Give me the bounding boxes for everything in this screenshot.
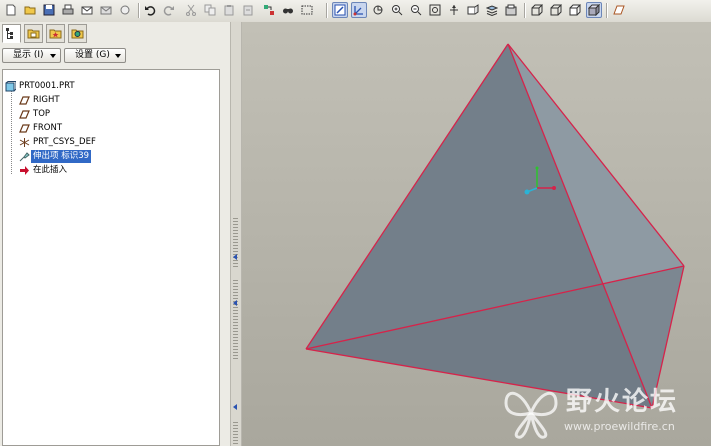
- email-icon[interactable]: [79, 2, 95, 18]
- splitter-grip: [233, 218, 238, 268]
- orient-icon[interactable]: [370, 2, 386, 18]
- show-dropdown-label: 显示 (I): [13, 50, 44, 60]
- butterfly-logo: [504, 391, 558, 439]
- graphics-viewport[interactable]: 野火论坛 www.proewildfire.cn: [242, 22, 711, 446]
- copy-icon[interactable]: [202, 2, 218, 18]
- watermark-url: www.proewildfire.cn: [564, 420, 675, 433]
- wireframe-icon[interactable]: [529, 2, 545, 18]
- tree-item-label: PRT_CSYS_DEF: [33, 137, 96, 147]
- regenerate-icon[interactable]: [261, 2, 277, 18]
- undo-icon[interactable]: [142, 2, 158, 18]
- find-icon[interactable]: [280, 2, 296, 18]
- hidden-line-icon[interactable]: [548, 2, 564, 18]
- splitter-grip: [233, 422, 238, 444]
- paste-icon[interactable]: [221, 2, 237, 18]
- tree-item-label: FRONT: [33, 123, 63, 133]
- model-tree-icon: [6, 28, 13, 39]
- main-toolbar: [0, 0, 711, 23]
- zoom-out-icon[interactable]: [408, 2, 424, 18]
- chevron-down-icon: [115, 54, 121, 58]
- collapse-left-icon[interactable]: [233, 404, 237, 410]
- datum-plane-icon: [19, 95, 30, 106]
- redo-icon[interactable]: [161, 2, 177, 18]
- connections-tab[interactable]: [68, 24, 87, 43]
- datum-plane-icon: [19, 109, 30, 120]
- collapse-left-icon[interactable]: [233, 300, 237, 306]
- watermark-title: 野火论坛: [566, 387, 679, 417]
- model-tree: PRT0001.PRT RIGHT TOP FRONT PRT_CSYS_DEF…: [2, 69, 220, 446]
- chevron-down-icon: [50, 54, 56, 58]
- refit-icon[interactable]: [427, 2, 443, 18]
- tree-item-label: RIGHT: [33, 95, 60, 105]
- connections-icon: [71, 29, 84, 39]
- insert-here-arrow-icon: [19, 165, 30, 176]
- model-tree-tab[interactable]: [2, 24, 21, 43]
- settings-dropdown-label: 设置 (G): [75, 50, 110, 60]
- open-folder-icon[interactable]: [22, 2, 38, 18]
- part-icon: [5, 81, 17, 92]
- coordinate-system-icon: [19, 137, 30, 148]
- email-link-icon[interactable]: [98, 2, 114, 18]
- settings-dropdown[interactable]: 设置 (G): [64, 48, 126, 63]
- repaint-icon[interactable]: [332, 2, 348, 18]
- navigator-panel: 显示 (I) 设置 (G) PRT0001.PRT RIGHT TOP FRON…: [0, 22, 230, 446]
- shading-icon[interactable]: [586, 2, 602, 18]
- zoom-in-icon[interactable]: [389, 2, 405, 18]
- tree-filter-bar: 显示 (I) 设置 (G): [0, 45, 230, 67]
- show-dropdown[interactable]: 显示 (I): [2, 48, 61, 63]
- folder-browser-tab[interactable]: [24, 24, 43, 43]
- layers-icon[interactable]: [484, 2, 500, 18]
- cut-icon[interactable]: [183, 2, 199, 18]
- email-attach-icon[interactable]: [117, 2, 133, 18]
- new-file-icon[interactable]: [3, 2, 19, 18]
- favorites-tab[interactable]: [46, 24, 65, 43]
- datum-planes-icon[interactable]: [611, 2, 627, 18]
- saved-views-icon[interactable]: [465, 2, 481, 18]
- tree-item-label: 伸出项 标识39: [31, 150, 92, 163]
- reorient-icon[interactable]: [446, 2, 462, 18]
- navigator-tabs: [0, 22, 230, 45]
- panel-splitter[interactable]: [230, 22, 242, 446]
- watermark: 野火论坛 www.proewildfire.cn: [500, 377, 711, 446]
- protrusion-icon: [19, 151, 30, 162]
- favorites-icon: [49, 29, 62, 39]
- selection-box-icon[interactable]: [299, 2, 321, 18]
- view-manager-icon[interactable]: [503, 2, 519, 18]
- tree-connector-line: [11, 84, 12, 174]
- tree-item-label: TOP: [33, 109, 51, 119]
- collapse-left-icon[interactable]: [233, 254, 237, 260]
- save-icon[interactable]: [41, 2, 57, 18]
- no-hidden-icon[interactable]: [567, 2, 583, 18]
- tree-item-label: 在此插入: [33, 165, 68, 175]
- spin-center-icon[interactable]: [351, 2, 367, 18]
- tree-root-label: PRT0001.PRT: [19, 81, 75, 91]
- paste-special-icon[interactable]: [240, 2, 256, 18]
- datum-plane-icon: [19, 123, 30, 134]
- folder-browser-icon: [27, 29, 40, 39]
- splitter-grip: [233, 280, 238, 360]
- print-icon[interactable]: [60, 2, 76, 18]
